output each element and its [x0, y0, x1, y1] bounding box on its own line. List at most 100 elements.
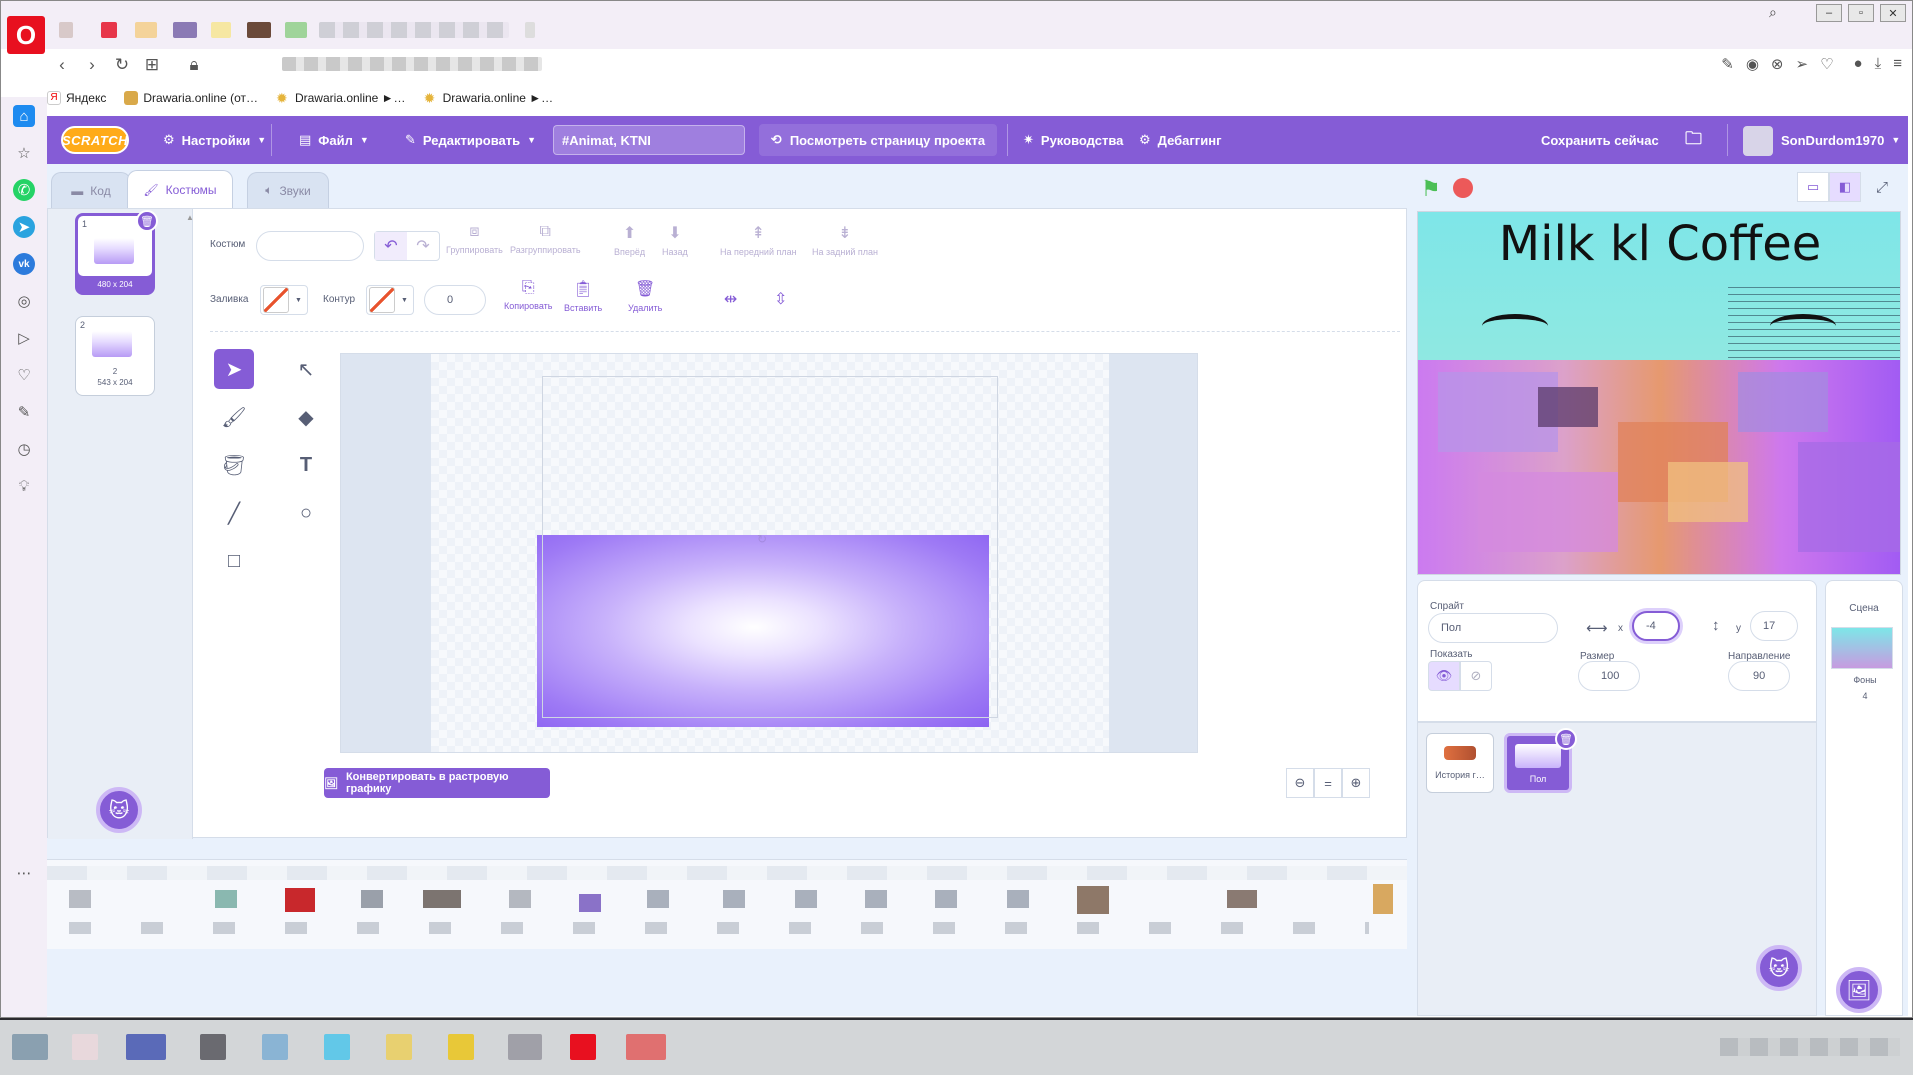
reshape-tool[interactable]: ↖ — [286, 349, 326, 389]
tab-favicon-blur[interactable] — [59, 22, 73, 38]
search-tabs-icon[interactable]: ⌕ — [1769, 4, 1777, 21]
rectangle-tool[interactable]: □ — [214, 541, 254, 581]
show-sprite-eye-icon[interactable]: 👁︎ — [1428, 661, 1460, 691]
choose-backdrop-button[interactable]: 🖼︎ — [1836, 967, 1882, 1013]
close-window-button[interactable]: ✕ — [1880, 4, 1906, 22]
save-now-button[interactable]: Сохранить сейчас — [1541, 116, 1659, 164]
edit-menu[interactable]: ✎ Редактировать ▼ — [405, 116, 536, 164]
send-icon[interactable]: ➢ — [1796, 55, 1809, 73]
select-tool[interactable]: ➤ — [214, 349, 254, 389]
url-field[interactable] — [282, 57, 542, 71]
tab-favicon-blur[interactable] — [285, 22, 307, 38]
view-project-page-button[interactable]: ⟲ Посмотреть страницу проекта — [759, 124, 997, 156]
my-stuff-folder-icon[interactable]: 🗀︎ — [1685, 116, 1702, 164]
green-flag-button[interactable]: ⚑ — [1421, 176, 1441, 202]
fill-tool[interactable]: 🪣︎ — [214, 445, 254, 485]
group-button[interactable]: ⧈ Группировать — [446, 223, 503, 255]
whatsapp-icon[interactable]: ✆ — [13, 179, 35, 201]
costume-item-1[interactable]: 1 480 x 204 🗑︎ — [75, 210, 158, 295]
direction-input[interactable]: 90 — [1728, 661, 1790, 691]
reload-icon[interactable]: ↻ — [107, 55, 137, 75]
brush-tool[interactable]: 🖌︎ — [214, 397, 254, 437]
eraser-tool[interactable]: ◆ — [286, 397, 326, 437]
active-tab-title-blur[interactable] — [319, 22, 509, 38]
taskbar-item[interactable] — [200, 1034, 226, 1060]
ungroup-button[interactable]: ⧉ Разгруппировать — [510, 223, 581, 255]
file-menu[interactable]: ▤ Файл ▼ — [299, 116, 369, 164]
account-menu[interactable]: SonDurdom1970 ▼ — [1781, 116, 1900, 164]
taskbar-item[interactable] — [72, 1034, 98, 1060]
choose-costume-button[interactable]: 🐱︎ — [96, 787, 142, 833]
backward-button[interactable]: ⬇ Назад — [662, 223, 688, 257]
choose-sprite-button[interactable]: 🐱︎ — [1756, 945, 1802, 991]
history-icon[interactable]: ◷ — [13, 438, 35, 460]
camera-icon[interactable]: ◉ — [1746, 55, 1759, 73]
rotation-handle-icon[interactable]: ↻ — [757, 532, 767, 546]
taskbar-item[interactable] — [626, 1034, 666, 1060]
home-icon[interactable]: ⌂ — [13, 105, 35, 127]
tab-sounds[interactable]: 🔈︎ Звуки — [247, 172, 329, 208]
line-tool[interactable]: ╱ — [214, 493, 254, 533]
favorites-icon[interactable]: ♡ — [13, 364, 35, 386]
costume-item-2[interactable]: 2 2 543 x 204 — [75, 316, 155, 396]
debugging-menu[interactable]: ⚙ Дебаггинг — [1139, 116, 1221, 164]
taskbar-item[interactable] — [12, 1034, 48, 1060]
menu-icon[interactable]: ≡ — [1893, 55, 1902, 73]
taskbar-item[interactable] — [448, 1034, 474, 1060]
project-title-input[interactable]: #Animat, KTNI — [553, 125, 745, 155]
delete-button[interactable]: 🗑︎ Удалить — [628, 279, 662, 313]
bookmark-yandex[interactable]: Я Яндекс — [47, 91, 106, 105]
stop-button[interactable] — [1453, 178, 1473, 198]
bookmark-drawaria-3[interactable]: ✹ Drawaria.online ►… — [424, 91, 554, 105]
sprite-tile-pol[interactable]: Пол 🗑︎ — [1504, 728, 1577, 793]
bookmark-drawaria-1[interactable]: Drawaria.online (от… — [124, 91, 258, 105]
outline-color-picker[interactable]: ▼ — [366, 285, 414, 315]
sprite-name-input[interactable]: Пол — [1428, 613, 1558, 643]
profile-icon[interactable]: ● — [1854, 55, 1863, 73]
small-stage-button[interactable]: ▭ — [1797, 172, 1829, 202]
bring-to-front-button[interactable]: ⇞ На передний план — [720, 223, 797, 257]
player-icon[interactable]: ◎ — [13, 290, 35, 312]
minimize-button[interactable]: – — [1816, 4, 1842, 22]
tabs-grid-icon[interactable]: ⊞ — [137, 55, 167, 75]
text-tool[interactable]: T — [286, 445, 326, 485]
taskbar-item[interactable] — [386, 1034, 412, 1060]
stage[interactable]: Milk kl Coffee — [1417, 211, 1901, 575]
y-position-input[interactable]: 17 — [1750, 611, 1798, 641]
hide-sprite-eye-icon[interactable]: ⊘ — [1460, 661, 1492, 691]
edit-icon[interactable]: ✎ — [1721, 55, 1734, 73]
lightbulb-icon[interactable]: 💡︎ — [13, 475, 35, 497]
large-stage-button[interactable]: ◧ — [1829, 172, 1861, 202]
back-icon[interactable]: ‹ — [47, 55, 77, 75]
taskbar-item[interactable] — [126, 1034, 166, 1060]
avatar[interactable] — [1743, 126, 1773, 156]
telegram-icon[interactable]: ➤ — [13, 216, 35, 238]
x-position-input[interactable]: -4 — [1632, 611, 1680, 641]
scroll-up-icon[interactable]: ▲ — [186, 213, 194, 222]
more-icon[interactable]: ⋯ — [13, 862, 35, 884]
delete-costume-icon[interactable]: 🗑︎ — [136, 210, 158, 232]
redo-icon[interactable]: ↷ — [407, 232, 439, 260]
opera-logo-icon[interactable]: O — [7, 16, 45, 54]
taskbar-item[interactable] — [570, 1034, 596, 1060]
bookmark-drawaria-2[interactable]: ✹ Drawaria.online ►… — [276, 91, 406, 105]
restore-button[interactable]: ▫ — [1848, 4, 1874, 22]
send-to-back-button[interactable]: ⇟ На задний план — [812, 223, 878, 257]
tab-favicon-blur[interactable] — [173, 22, 197, 38]
forward-icon[interactable]: › — [77, 55, 107, 75]
taskbar-item[interactable] — [262, 1034, 288, 1060]
stage-selector[interactable]: Сцена Фоны 4 🖼︎ — [1825, 580, 1903, 1016]
tab-favicon-blur[interactable] — [135, 22, 157, 38]
tab-code[interactable]: ▬ Код — [51, 172, 131, 208]
download-icon[interactable]: ⤓ — [1875, 55, 1882, 73]
fill-color-picker[interactable]: ▼ — [260, 285, 308, 315]
tab-favicon-blur[interactable] — [101, 22, 117, 38]
flip-horizontal-icon[interactable]: ⇹ — [724, 289, 737, 309]
paste-button[interactable]: 📋︎ Вставить — [564, 279, 602, 313]
sprite-tile-history[interactable]: История г… — [1426, 733, 1494, 793]
delete-sprite-icon[interactable]: 🗑︎ — [1555, 728, 1577, 750]
block-icon[interactable]: ⊗ — [1771, 55, 1784, 73]
convert-to-bitmap-button[interactable]: 🖼︎ Конвертировать в растровую графику — [324, 768, 550, 798]
scratch-logo[interactable]: SCRATCH — [61, 126, 129, 154]
settings-menu[interactable]: ⚙ Настройки ▼ — [163, 116, 266, 164]
